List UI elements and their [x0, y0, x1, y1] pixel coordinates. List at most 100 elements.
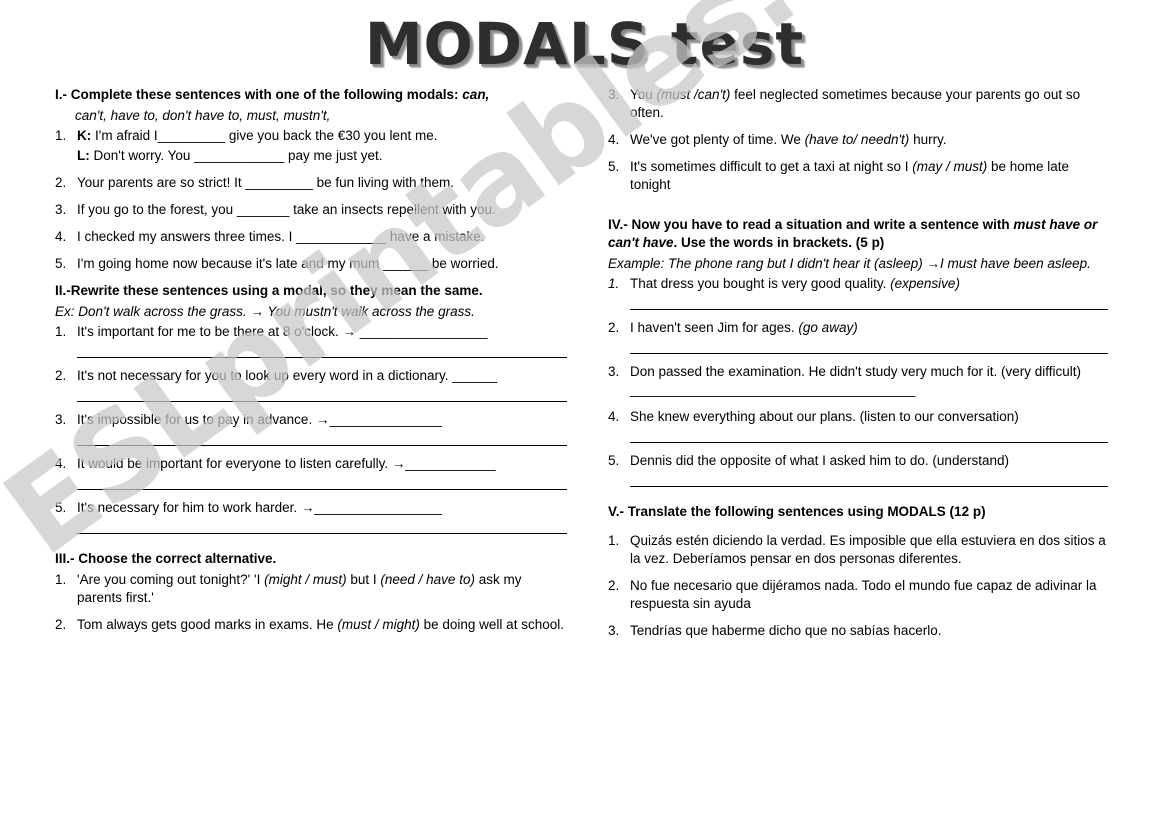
section-four: IV.- Now you have to read a situation an… [608, 216, 1108, 487]
worksheet-page: ESLprintables.com MODALS test I.- Comple… [0, 0, 1169, 821]
item-text: No fue necesario que dijéramos nada. Tod… [630, 577, 1097, 611]
item-text: It's impossible for us to pay in advance… [77, 412, 443, 428]
speaker-l-line: L: Don't worry. You ____________ pay me … [77, 147, 567, 165]
item-text: I checked my answers three times. I ____… [77, 229, 485, 245]
list-item: 5. Dennis did the opposite of what I ask… [608, 452, 1108, 487]
item-number: 3. [608, 364, 620, 380]
item-text: She knew everything about our plans. (li… [630, 408, 1019, 424]
section-one-heading-italic: can, [458, 87, 490, 102]
answer-rule [77, 357, 567, 359]
item-number: 1. [55, 128, 67, 144]
item-number: 2. [55, 175, 67, 191]
text-run: but I [346, 572, 381, 588]
speaker-k-label: K: [77, 128, 92, 144]
item-number: 1. [55, 572, 67, 588]
list-item: 3. Don passed the examination. He didn't… [608, 363, 1108, 399]
text-run: 'Are you coming out tonight?' 'I [77, 572, 265, 588]
list-item: 3. Tendrías que haberme dicho que no sab… [608, 622, 1108, 640]
item-text: We've got plenty of time. We (have to/ n… [630, 132, 947, 147]
item-text: I'm going home now because it's late and… [77, 256, 499, 272]
item-text: You (must /can't) feel neglected sometim… [630, 87, 1080, 120]
section-one-heading: I.- Complete these sentences with one of… [55, 86, 567, 104]
list-item: 2. I haven't seen Jim for ages. (go away… [608, 319, 1108, 355]
item-number: 4. [55, 456, 67, 472]
item-number: 3. [55, 202, 67, 218]
answer-rule [630, 353, 1108, 355]
heading-gap [608, 524, 1108, 532]
text-run: You [630, 87, 657, 102]
list-item: 5. I'm going home now because it's late … [55, 255, 567, 273]
item-text-b: Don't worry. You ____________ pay me jus… [89, 148, 383, 164]
speaker-l-label: L: [77, 148, 90, 164]
text-run-italic: (must / might) [337, 617, 420, 633]
list-item: 2. Tom always gets good marks in exams. … [55, 616, 567, 634]
text-run-italic: (need / have to) [380, 572, 475, 588]
item-text: That dress you bought is very good quali… [630, 276, 891, 292]
section-one-heading-bold: I.- Complete these sentences with one of… [55, 87, 459, 102]
list-item: 2. No fue necesario que dijéramos nada. … [608, 577, 1108, 613]
right-column: 3. You (must /can't) feel neglected some… [608, 86, 1108, 649]
text-run: hurry. [909, 131, 947, 147]
item-text: I haven't seen Jim for ages. [630, 320, 799, 336]
item-number: 3. [608, 87, 620, 102]
section-two-example: Ex: Don't walk across the grass. → You m… [55, 304, 475, 320]
item-bracket: (go away) [798, 320, 858, 336]
list-item: 1. K: I'm afraid I_________ give you bac… [55, 127, 567, 165]
text-run: be doing well at school. [419, 617, 564, 633]
item-text: It would be important for everyone to li… [77, 456, 496, 472]
item-bracket: (expensive) [890, 276, 960, 292]
section-five-heading: V.- Translate the following sentences us… [608, 503, 986, 519]
item-text: It's important for me to be there at 8 o… [77, 324, 488, 340]
section-two: II.-Rewrite these sentences using a moda… [55, 282, 567, 535]
section-four-heading-run2: . Use the words in brackets. (5 p) [673, 234, 885, 250]
list-item: 3. If you go to the forest, you _______ … [55, 201, 567, 219]
section-two-heading: II.-Rewrite these sentences using a moda… [55, 283, 483, 299]
text-run: It's sometimes difficult to get a taxi a… [630, 158, 913, 174]
section-three-items-left: 1. 'Are you coming out tonight?' 'I (mig… [55, 571, 567, 634]
answer-rule [77, 489, 567, 491]
list-item: 4. We've got plenty of time. We (have to… [608, 131, 1108, 149]
answer-rule [630, 309, 1108, 311]
item-number: 2. [608, 320, 620, 336]
text-run-italic: (might / must) [264, 572, 347, 588]
item-number: 4. [608, 408, 620, 424]
item-text: If you go to the forest, you _______ tak… [77, 202, 496, 218]
section-two-items: 1. It's important for me to be there at … [55, 323, 567, 535]
section-one-items: 1. K: I'm afraid I_________ give you bac… [55, 127, 567, 273]
list-item: 4. It would be important for everyone to… [55, 455, 567, 491]
item-text: Don passed the examination. He didn't st… [630, 364, 1082, 397]
item-text: It's sometimes difficult to get a taxi a… [630, 159, 1069, 192]
item-text: Tendrías que haberme dicho que no sabías… [630, 622, 942, 638]
list-item: 2. It's not necessary for you to look up… [55, 367, 567, 403]
section-four-items: 1. That dress you bought is very good qu… [608, 275, 1108, 487]
section-three-continued: 3. You (must /can't) feel neglected some… [608, 86, 1108, 194]
item-number: 1. [608, 532, 620, 548]
text-run-italic: (may / must) [912, 158, 988, 174]
section-four-example: Example: The phone rang but I didn't hea… [608, 255, 1091, 271]
item-number: 5. [55, 256, 67, 272]
page-title: MODALS test [364, 10, 805, 78]
item-number: 4. [608, 131, 620, 147]
text-run-italic: (must /can't) [656, 87, 731, 102]
section-one-modals-list: can't, have to, don't have to, must, mus… [75, 108, 331, 124]
list-item: 5. It's sometimes difficult to get a tax… [608, 158, 1108, 194]
section-four-heading-run: IV.- Now you have to read a situation an… [608, 216, 1014, 232]
section-three: III.- Choose the correct alternative. 1.… [55, 550, 567, 634]
item-number: 2. [55, 617, 67, 633]
answer-rule [630, 441, 1108, 443]
answer-rule [630, 485, 1108, 487]
section-three-heading: III.- Choose the correct alternative. [55, 551, 277, 567]
list-item: 4. I checked my answers three times. I _… [55, 228, 567, 246]
answer-rule [77, 533, 567, 535]
section-one: I.- Complete these sentences with one of… [55, 86, 567, 273]
item-number: 3. [55, 412, 67, 428]
item-text: It's not necessary for you to look up ev… [77, 368, 498, 384]
item-text: Quizás estén diciendo la verdad. Es impo… [630, 532, 1106, 566]
text-run: We've got plenty of time. We [630, 131, 805, 147]
item-number: 2. [608, 577, 620, 593]
answer-rule [77, 401, 567, 403]
list-item: 2. Your parents are so strict! It ______… [55, 174, 567, 192]
